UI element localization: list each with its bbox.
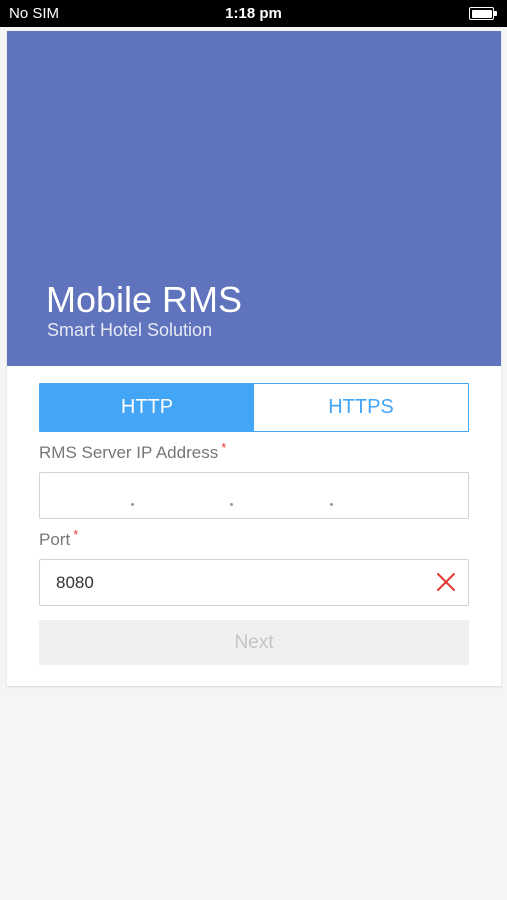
status-bar: No SIM 1:18 pm	[0, 0, 507, 27]
ip-separator-dot	[131, 503, 134, 506]
app-title: Mobile RMS	[46, 279, 243, 320]
close-icon[interactable]	[434, 570, 458, 594]
port-value: 8080	[56, 573, 94, 592]
ip-separator-dot	[330, 503, 333, 506]
required-marker: *	[221, 440, 227, 455]
ip-address-input[interactable]	[39, 472, 469, 519]
battery-full-icon	[469, 7, 497, 20]
app-banner: Mobile RMS Smart Hotel Solution	[7, 31, 501, 366]
app-subtitle: Smart Hotel Solution	[47, 320, 213, 340]
protocol-https-button[interactable]: HTTPS	[254, 384, 468, 431]
protocol-toggle: HTTP HTTPS	[39, 383, 469, 432]
server-setup-card: Mobile RMS Smart Hotel Solution HTTP HTT…	[7, 31, 501, 686]
ip-address-label: RMS Server IP Address *	[39, 440, 227, 463]
required-marker: *	[73, 527, 79, 542]
ip-separator-dot	[230, 503, 233, 506]
next-button[interactable]: Next	[39, 620, 469, 665]
status-time: 1:18 pm	[225, 5, 282, 22]
port-input[interactable]: 8080	[39, 559, 469, 606]
protocol-http-button[interactable]: HTTP	[40, 384, 254, 431]
port-label-text: Port	[39, 530, 71, 549]
ip-address-label-text: RMS Server IP Address	[39, 443, 219, 462]
port-label: Port *	[39, 527, 79, 550]
